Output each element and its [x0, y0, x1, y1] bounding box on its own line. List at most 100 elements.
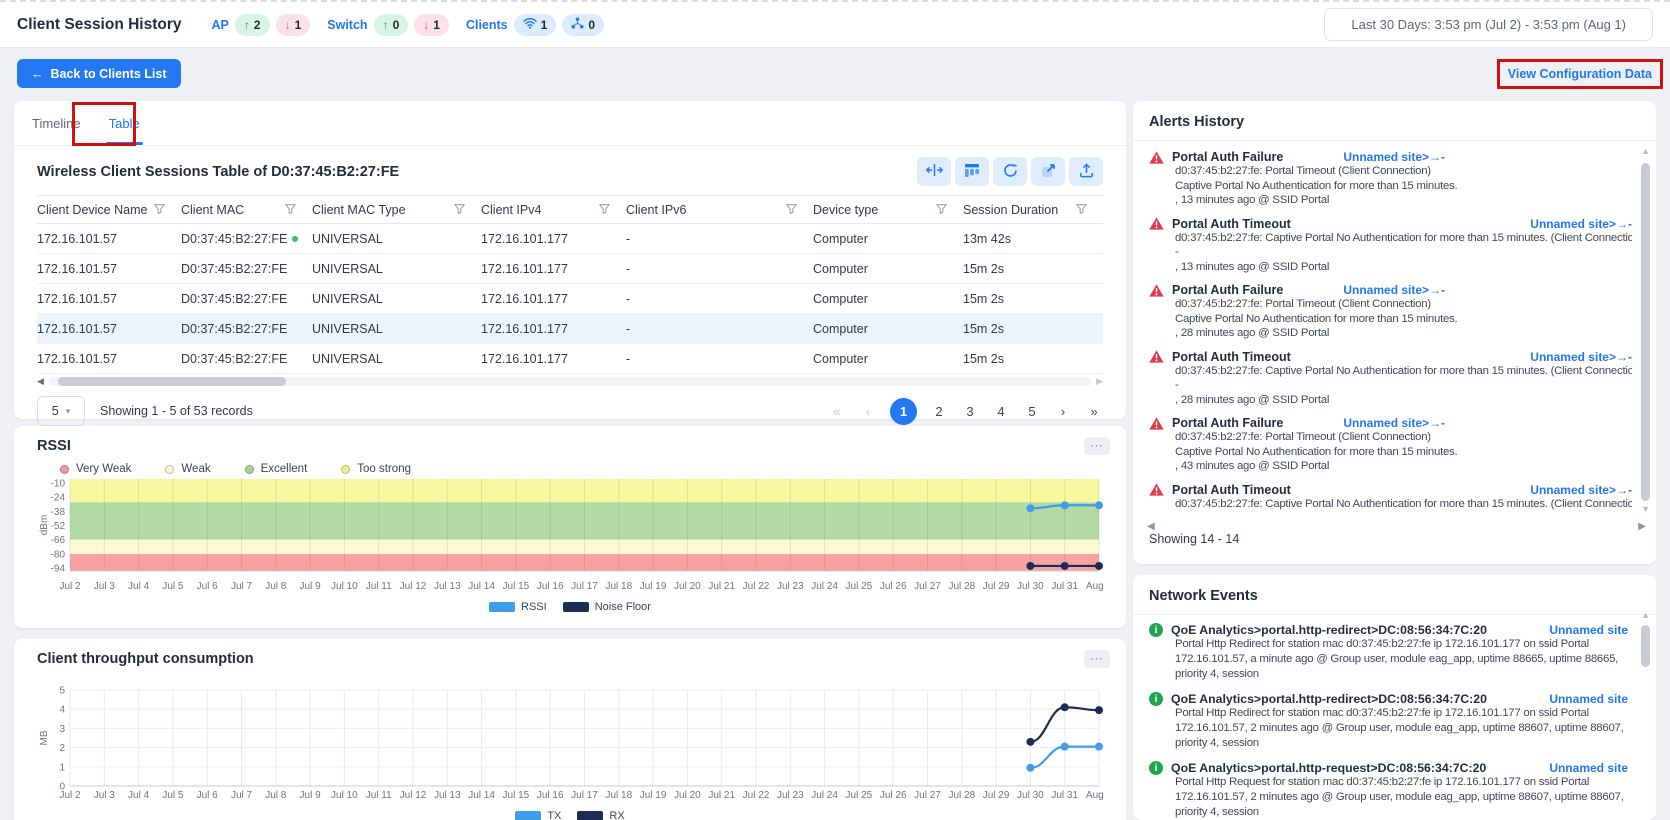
event-site-link[interactable]: Unnamed site	[1549, 761, 1628, 775]
page-prev-button[interactable]: ‹	[859, 404, 877, 419]
alert-line: d0:37:45:b2:27:fe: Portal Timeout (Clien…	[1175, 430, 1632, 445]
alert-line: , 43 minutes ago @ SSID Portal	[1175, 459, 1632, 474]
columns-button[interactable]	[955, 157, 989, 186]
filter-icon[interactable]	[599, 203, 610, 217]
rssi-menu-button[interactable]: ⋯	[1084, 437, 1110, 455]
date-range-picker[interactable]: Last 30 Days: 3:53 pm (Jul 2) - 3:53 pm …	[1324, 8, 1653, 41]
filter-icon[interactable]	[786, 203, 797, 217]
svg-text:Jul 26: Jul 26	[880, 790, 907, 801]
alerts-page-left-icon[interactable]: ◀	[1147, 521, 1155, 532]
alerts-scroll-down-icon[interactable]: ▼	[1641, 505, 1650, 514]
svg-text:Jul 22: Jul 22	[743, 790, 770, 801]
page-3-button[interactable]: 3	[961, 404, 979, 419]
export-button[interactable]	[1069, 157, 1103, 186]
table-cell: UNIVERSAL	[312, 232, 481, 246]
filter-icon[interactable]	[454, 203, 465, 217]
svg-text:4: 4	[59, 705, 65, 716]
filter-icon[interactable]	[154, 203, 165, 217]
page-last-button[interactable]: »	[1085, 404, 1103, 419]
network-events-title: Network Events	[1133, 575, 1656, 615]
event-site-link[interactable]: Unnamed site	[1549, 692, 1628, 706]
series-swatch-icon	[563, 602, 589, 612]
page-4-button[interactable]: 4	[992, 404, 1010, 419]
page-size-select[interactable]: 5 ▾	[37, 396, 85, 426]
alert-title: Portal Auth Timeout	[1172, 483, 1291, 497]
stat-badge-value: 1	[541, 18, 548, 32]
filter-icon[interactable]	[936, 203, 947, 217]
table-cell: D0:37:45:B2:27:FE	[181, 352, 312, 366]
svg-text:Jul 12: Jul 12	[400, 790, 427, 801]
event-title: QoE Analytics>portal.http-redirect>DC:08…	[1171, 692, 1487, 706]
table-row[interactable]: 172.16.101.57D0:37:45:B2:27:FEUNIVERSAL1…	[37, 344, 1103, 374]
alert-site-link[interactable]: Unnamed site>→-	[1530, 350, 1632, 364]
svg-text:Jul 30: Jul 30	[1017, 790, 1044, 801]
events-scrollbar-thumb[interactable]	[1641, 625, 1650, 667]
events-list: iQoE Analytics>portal.http-redirect>DC:0…	[1133, 615, 1656, 820]
page-next-button[interactable]: ›	[1054, 404, 1072, 419]
svg-text:Jul 28: Jul 28	[948, 790, 975, 801]
alert-line: , 28 minutes ago @ SSID Portal	[1175, 326, 1632, 341]
table-cell: 172.16.101.57	[37, 322, 181, 336]
alert-site-link[interactable]: Unnamed site>→-	[1343, 150, 1445, 164]
table-row[interactable]: 172.16.101.57D0:37:45:B2:27:FEUNIVERSAL1…	[37, 314, 1103, 344]
alerts-history-title: Alerts History	[1133, 101, 1656, 141]
open-external-button[interactable]	[1031, 157, 1065, 186]
export-icon	[1079, 163, 1094, 181]
back-to-clients-button[interactable]: ← Back to Clients List	[17, 59, 181, 88]
svg-text:Jul 25: Jul 25	[846, 581, 873, 592]
column-resize-button[interactable]	[917, 157, 951, 186]
series-legend-label: Noise Floor	[595, 601, 651, 613]
hscroll-thumb[interactable]	[58, 377, 286, 386]
page-5-button[interactable]: 5	[1023, 404, 1041, 419]
table-cell: Computer	[813, 232, 963, 246]
stat-badge-wifi: 1	[514, 14, 557, 36]
filter-icon[interactable]	[1076, 203, 1087, 217]
page-first-button[interactable]: «	[828, 404, 846, 419]
page-2-button[interactable]: 2	[930, 404, 948, 419]
svg-text:Jul 23: Jul 23	[777, 790, 804, 801]
event-site-link[interactable]: Unnamed site	[1549, 623, 1628, 637]
table-row[interactable]: 172.16.101.57D0:37:45:B2:27:FEUNIVERSAL1…	[37, 254, 1103, 284]
table-horizontal-scrollbar[interactable]: ◀ ▶	[37, 376, 1103, 387]
table-row[interactable]: 172.16.101.57D0:37:45:B2:27:FEUNIVERSAL1…	[37, 224, 1103, 254]
table-cell: UNIVERSAL	[312, 322, 481, 336]
alerts-scroll-up-icon[interactable]: ▲	[1641, 147, 1650, 156]
table-row[interactable]: 172.16.101.57D0:37:45:B2:27:FEUNIVERSAL1…	[37, 284, 1103, 314]
rssi-band-legend: Very WeakWeakExcellentToo strong	[14, 455, 1126, 475]
alerts-scrollbar-thumb[interactable]	[1641, 163, 1650, 501]
page-1-button[interactable]: 1	[890, 398, 917, 425]
band-dot-icon	[60, 465, 69, 474]
hscroll-track[interactable]	[48, 377, 1092, 386]
event-item: iQoE Analytics>portal.http-redirect>DC:0…	[1149, 692, 1628, 751]
svg-text:Jul 15: Jul 15	[503, 790, 530, 801]
scroll-left-arrow-icon[interactable]: ◀	[37, 377, 44, 386]
filter-icon[interactable]	[285, 203, 296, 217]
throughput-chart: 543210MBJul 2Jul 3Jul 4Jul 5Jul 6Jul 7Ju…	[14, 668, 1126, 809]
table-cell: 172.16.101.177	[481, 232, 626, 246]
series-swatch-icon	[515, 811, 541, 820]
band-legend-label: Too strong	[357, 463, 411, 475]
alert-description: d0:37:45:b2:27:fe: Captive Portal No Aut…	[1149, 364, 1632, 408]
refresh-button[interactable]	[993, 157, 1027, 186]
column-label: Client IPv6	[626, 203, 686, 217]
event-head: iQoE Analytics>portal.http-redirect>DC:0…	[1149, 623, 1628, 637]
svg-text:-94: -94	[51, 563, 66, 574]
table-cell: D0:37:45:B2:27:FE	[181, 232, 312, 246]
alert-site-link[interactable]: Unnamed site>→-	[1530, 217, 1632, 231]
view-configuration-link[interactable]: View Configuration Data	[1508, 67, 1652, 81]
table-cell: UNIVERSAL	[312, 292, 481, 306]
series-legend-label: RX	[609, 810, 624, 820]
alert-site-link[interactable]: Unnamed site>→-	[1530, 483, 1632, 497]
alert-site-link[interactable]: Unnamed site>→-	[1343, 416, 1445, 430]
events-scroll-up-icon[interactable]: ▲	[1641, 611, 1650, 620]
alerts-page-right-icon[interactable]: ▶	[1638, 521, 1646, 532]
alert-site-link[interactable]: Unnamed site>→-	[1343, 283, 1445, 297]
alert-line: -	[1175, 245, 1632, 260]
svg-text:Jul 28: Jul 28	[948, 581, 975, 592]
scroll-right-arrow-icon[interactable]: ▶	[1096, 377, 1103, 386]
table-toolbar	[917, 157, 1103, 186]
svg-text:Jul 20: Jul 20	[674, 581, 701, 592]
throughput-menu-button[interactable]: ⋯	[1084, 650, 1110, 668]
table-body: 172.16.101.57D0:37:45:B2:27:FEUNIVERSAL1…	[37, 224, 1103, 374]
refresh-icon	[1003, 163, 1018, 181]
